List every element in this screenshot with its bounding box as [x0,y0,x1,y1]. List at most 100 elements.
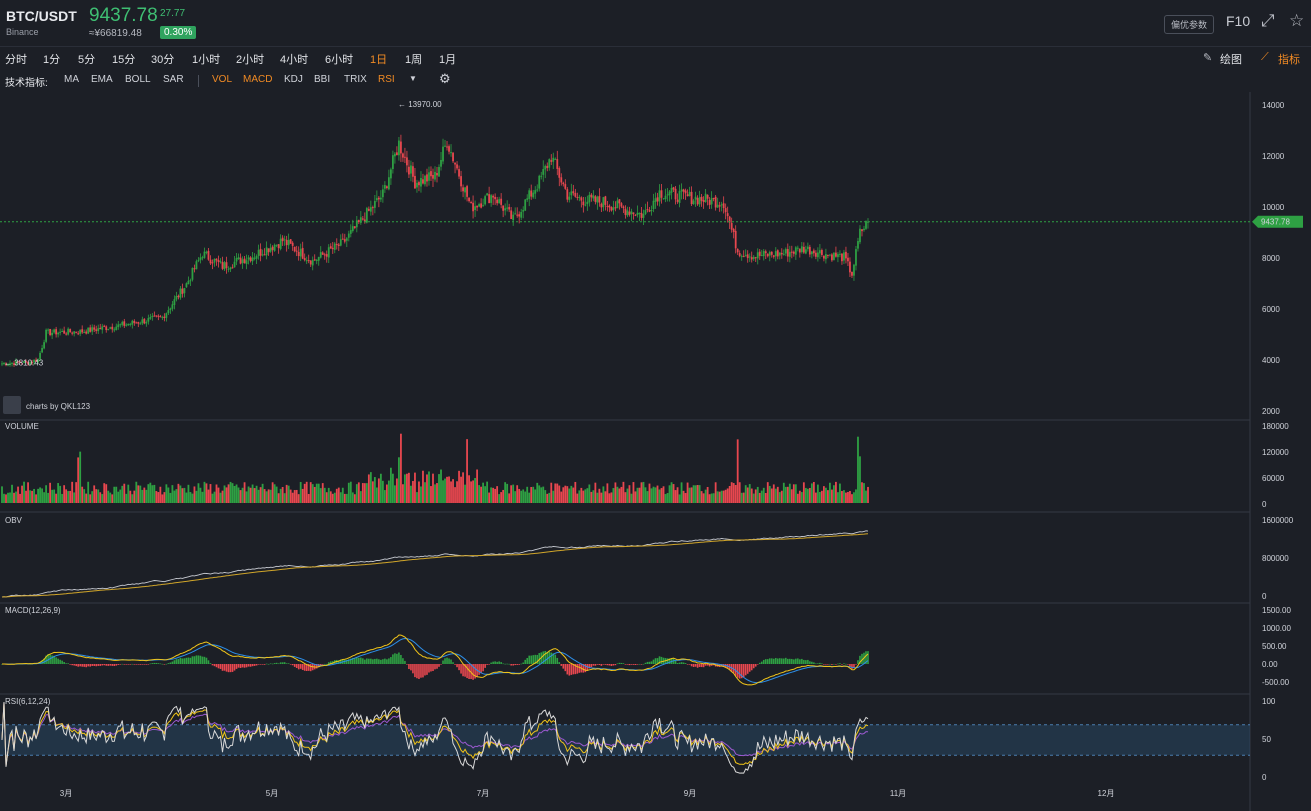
f10-button[interactable]: F10 [1226,13,1250,29]
volume-bar [462,472,464,503]
chart-area[interactable]: 3月 5月 7月 9月 11月 12月14000120001000080006000400… [0,92,1311,811]
indicator-bbi[interactable]: BBI [314,74,330,85]
macd-histogram-bar [189,657,192,664]
interval-7[interactable]: 4小时 [280,51,308,67]
volume-bar [582,490,585,503]
volume-bar [55,493,58,503]
interval-0[interactable]: 分时 [5,51,27,67]
candle-body [750,257,753,260]
candle-body [672,187,675,190]
candle-body [624,208,627,215]
volume-bar [15,491,17,503]
macd-histogram-bar [366,658,368,664]
indicator-boll[interactable]: BOLL [125,74,151,85]
candle-body [636,212,639,215]
candle-body [853,264,855,276]
macd-histogram-bar [652,659,655,664]
interval-2[interactable]: 5分 [78,51,95,67]
candle-body [283,239,286,241]
star-icon[interactable]: ☆ [1289,12,1304,30]
macd-histogram-bar [752,664,755,669]
volume-bar [833,485,835,503]
candle-body [193,268,196,270]
volume-bar [839,483,841,503]
macd-histogram-bar [809,661,811,664]
candle-body [710,198,713,205]
volume-bar [638,487,641,503]
volume-bar [508,493,511,503]
macd-histogram-bar [500,662,502,664]
volume-bar [179,485,182,503]
indicator-kdj[interactable]: KDJ [284,74,303,85]
volume-bar [145,489,148,503]
macd-histogram-bar [644,662,647,664]
chevron-down-icon[interactable]: ▼ [409,74,417,83]
price-axis-label: 4000 [1262,356,1280,365]
volume-bar [337,487,340,503]
indicator-ema[interactable]: EMA [91,74,113,85]
indicator-sar[interactable]: SAR [163,74,184,85]
macd-histogram-bar [614,664,617,666]
candle-body [151,315,154,317]
indicator-trix[interactable]: TRIX [344,74,367,85]
macd-histogram-bar [602,664,605,665]
macd-histogram-bar [247,664,250,667]
interval-4[interactable]: 30分 [151,51,174,67]
candle-body [638,212,641,214]
candle-body [199,257,202,261]
interval-8[interactable]: 6小时 [325,51,353,67]
interval-1[interactable]: 1分 [43,51,60,67]
macd-histogram-bar [309,664,312,672]
volume-bar [371,481,374,503]
macd-histogram-bar [648,661,651,664]
candle-body [127,323,130,326]
volume-bar [827,490,829,503]
candle-body [47,329,50,331]
interval-3[interactable]: 15分 [112,51,135,67]
candle-body [818,250,821,254]
volume-bar [484,486,487,503]
macd-histogram-bar [398,652,400,664]
macd-histogram-bar [512,664,514,666]
candle-body [337,244,340,246]
fullscreen-icon[interactable]: ⤢ [1261,12,1275,30]
macd-histogram-bar [422,664,424,678]
interval-9[interactable]: 1日 [370,51,387,67]
volume-bar [698,485,701,503]
macd-histogram-bar [215,664,218,668]
macd-histogram-bar [179,657,182,664]
volume-bar [115,486,118,503]
candle-body [456,164,458,169]
volume-bar [416,492,418,503]
volume-bar [688,487,691,503]
volume-bar [524,491,527,503]
volume-bar [596,492,599,503]
candle-body [373,201,376,208]
gear-icon[interactable]: ⚙ [439,71,451,87]
indicator-macd[interactable]: MACD [243,74,272,85]
macd-histogram-bar [833,663,835,665]
macd-histogram-bar [823,664,825,665]
candle-body [195,261,198,270]
volume-bar [752,493,755,503]
tool-indicators[interactable]: 指标 [1278,51,1300,67]
volume-bar [702,493,705,503]
indicator-ma[interactable]: MA [64,74,79,85]
volume-bar [792,484,795,503]
candle-body [41,348,43,353]
indicator-vol[interactable]: VOL [212,74,232,85]
indicator-rsi[interactable]: RSI [378,74,395,85]
preference-button[interactable]: 偏优参数 [1164,15,1215,34]
tool-draw[interactable]: 绘图 [1220,51,1242,67]
interval-10[interactable]: 1周 [405,51,422,67]
macd-histogram-bar [141,664,144,665]
macd-histogram-bar [454,664,456,665]
volume-bar [788,483,791,503]
interval-5[interactable]: 1小时 [192,51,220,67]
interval-6[interactable]: 2小时 [236,51,264,67]
macd-histogram-bar [488,664,490,665]
interval-11[interactable]: 1月 [439,51,456,67]
volume-bar [602,486,605,503]
price-axis-label: 8000 [1262,254,1280,263]
macd-histogram-bar [456,664,458,668]
